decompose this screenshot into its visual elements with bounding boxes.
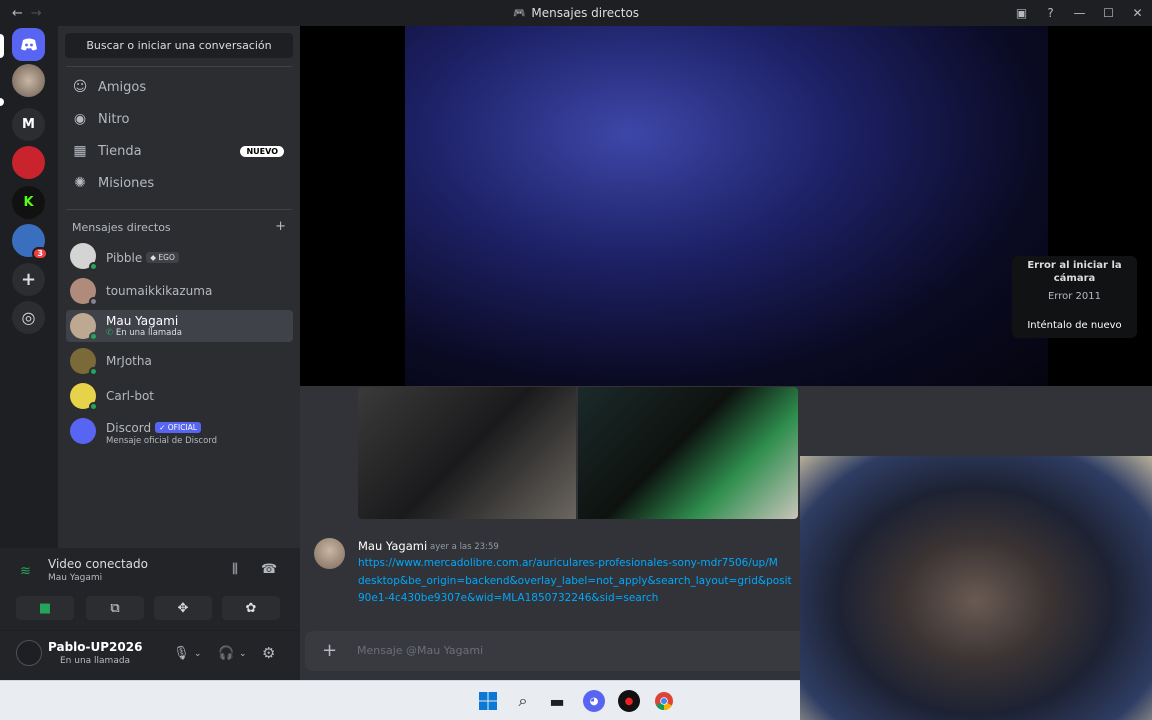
- chrome-icon[interactable]: [653, 690, 675, 712]
- retry-button[interactable]: Inténtalo de nuevo: [1012, 320, 1137, 331]
- new-badge: NUEVO: [240, 145, 284, 157]
- dm-item-pibble[interactable]: Pibble ◆ EGO: [66, 240, 293, 272]
- call-status: ✆ En una llamada: [106, 327, 182, 338]
- search-conversation-button[interactable]: Buscar o iniciar una conversación: [65, 33, 293, 58]
- window-title: 🎮 Mensajes directos: [512, 6, 640, 20]
- message-composer[interactable]: + Mensaje @Mau Yagami: [305, 631, 800, 671]
- discord-logo-icon: 🎮: [512, 7, 526, 19]
- dm-item-mau-yagami[interactable]: Mau Yagami ✆ En una llamada: [66, 310, 293, 342]
- camera-error-card: Error al iniciar la cámara Error 2011 In…: [1012, 256, 1137, 338]
- app-taskbar-icon[interactable]: ●: [618, 690, 640, 712]
- signal-icon: ≋: [20, 564, 31, 579]
- attachment-image[interactable]: [358, 387, 576, 519]
- microphone-icon[interactable]: 🎙: [173, 646, 190, 661]
- avatar: [70, 278, 98, 306]
- divider: [66, 66, 292, 67]
- chat-area: Mau Yagami ayer a las 23:59 https://www.…: [300, 386, 800, 680]
- dm-item-toumaikkikazuma[interactable]: toumaikkikazuma: [66, 275, 293, 307]
- back-arrow-icon[interactable]: ←: [12, 6, 23, 21]
- create-dm-button[interactable]: +: [275, 220, 286, 234]
- quests-icon: ✺: [74, 175, 86, 191]
- divider: [66, 209, 292, 210]
- maximize-button[interactable]: ☐: [1094, 6, 1123, 20]
- screen-share-button[interactable]: ⧉: [86, 596, 144, 620]
- attachment-image[interactable]: [578, 387, 798, 519]
- nav-nitro[interactable]: ◉ Nitro: [66, 104, 292, 134]
- disconnect-icon[interactable]: ☎: [261, 562, 277, 577]
- activities-button[interactable]: ✥: [154, 596, 212, 620]
- message-input[interactable]: Mensaje @Mau Yagami: [357, 644, 483, 657]
- dm-header: Mensajes directos +: [72, 219, 286, 234]
- avatar: [70, 243, 98, 271]
- dm-item-mrjotha[interactable]: MrJotha: [66, 345, 293, 377]
- avatar: [70, 418, 96, 444]
- server-icon-kick[interactable]: K: [12, 186, 45, 219]
- friends-icon: ☺: [72, 79, 88, 95]
- dm-sidebar: Buscar o iniciar una conversación ☺ Amigo…: [58, 26, 300, 548]
- author-avatar[interactable]: [314, 538, 345, 569]
- explore-icon[interactable]: ◎: [12, 301, 45, 334]
- dm-item-discord[interactable]: Discord ✓ OFICIAL Mensaje oficial de Disc…: [66, 415, 293, 447]
- nitro-icon: ◉: [73, 111, 87, 127]
- nav-shop[interactable]: ▦ Tienda NUEVO: [66, 136, 292, 166]
- camera-button[interactable]: ■: [16, 596, 74, 620]
- task-view-icon[interactable]: ▬: [546, 690, 568, 712]
- selected-pill: [0, 34, 4, 58]
- server-avatar[interactable]: [12, 64, 45, 97]
- discord-taskbar-icon[interactable]: ◕: [583, 690, 605, 712]
- message-link[interactable]: https://www.mercadolibre.com.ar/auricula…: [358, 555, 800, 608]
- close-button[interactable]: ✕: [1123, 6, 1152, 20]
- nav-friends[interactable]: ☺ Amigos: [66, 72, 292, 102]
- inbox-icon[interactable]: ▣: [1007, 6, 1036, 20]
- soundboard-button[interactable]: ✿: [222, 596, 280, 620]
- official-tag: ✓ OFICIAL: [155, 421, 201, 433]
- windows-start-icon[interactable]: [477, 690, 499, 712]
- server-icon-red[interactable]: [12, 146, 45, 179]
- clan-tag: ◆ EGO: [146, 251, 179, 263]
- call-area: Error al iniciar la cámara Error 2011 In…: [300, 26, 1152, 386]
- attach-plus-icon[interactable]: +: [322, 640, 337, 661]
- avatar[interactable]: [16, 640, 42, 666]
- chat-area-right: [800, 386, 1152, 456]
- voice-channel[interactable]: Mau Yagami: [48, 573, 102, 583]
- help-icon[interactable]: ?: [1036, 6, 1065, 20]
- add-server-icon[interactable]: +: [12, 263, 45, 296]
- chevron-down-icon[interactable]: ⌄: [194, 649, 202, 659]
- mention-badge: 3: [32, 247, 48, 260]
- minimize-button[interactable]: —: [1065, 6, 1094, 20]
- user-panel: Pablo-UP2026 En una llamada 🎙 ⌄ 🎧 ⌄ ⚙: [0, 630, 300, 680]
- avatar: [70, 383, 98, 411]
- video-stream-overlay[interactable]: [800, 456, 1152, 720]
- unread-pill: [0, 98, 4, 106]
- windows-taskbar: ⌕ ▬ ◕ ●: [0, 680, 800, 720]
- chevron-down-icon[interactable]: ⌄: [239, 649, 247, 659]
- search-icon[interactable]: ⌕: [512, 690, 534, 712]
- shop-icon: ▦: [73, 143, 87, 159]
- avatar: [70, 313, 98, 341]
- video-stream-main[interactable]: [405, 26, 1048, 386]
- direct-messages-icon[interactable]: [12, 28, 45, 61]
- server-m[interactable]: M: [12, 108, 45, 141]
- forward-arrow-icon[interactable]: →: [31, 6, 42, 21]
- nav-quests[interactable]: ✺ Misiones: [66, 168, 292, 198]
- voice-panel: ≋ Video conectado Mau Yagami ⫼ ☎ ■ ⧉ ✥ ✿: [0, 548, 300, 630]
- server-rail: M K 3 + ◎: [0, 26, 58, 538]
- message-timestamp: ayer a las 23:59: [430, 542, 499, 552]
- avatar: [70, 348, 98, 376]
- phone-icon: ✆: [106, 327, 116, 338]
- settings-icon[interactable]: ⚙: [262, 644, 275, 662]
- voice-status: Video conectado: [48, 557, 148, 571]
- headphones-icon[interactable]: 🎧: [218, 646, 234, 661]
- message-author[interactable]: Mau Yagami: [358, 539, 427, 553]
- dm-item-carl-bot[interactable]: Carl-bot: [66, 380, 293, 412]
- title-bar: ← → 🎮 Mensajes directos ▣ ? — ☐ ✕: [0, 0, 1152, 26]
- server-icon-game[interactable]: 3: [12, 224, 48, 260]
- noise-suppression-icon[interactable]: ⫼: [232, 562, 238, 577]
